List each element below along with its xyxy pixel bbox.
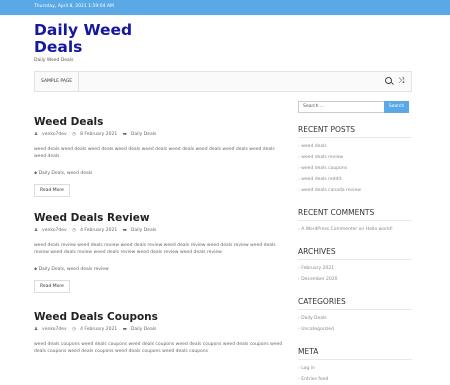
search-button[interactable]: Search — [384, 101, 409, 113]
post-author[interactable]: venko7dev — [42, 327, 67, 332]
recent-post-link[interactable]: weed deals — [298, 141, 412, 152]
main-navigation: SAMPLE PAGE ⤨ — [34, 71, 412, 92]
folder-icon: ▬ — [122, 132, 127, 137]
post-meta: ♟ venko7dev ◷ 4 February 2021 ▬ Daily Deals — [34, 327, 284, 332]
post-tags[interactable]: Daily Deals, weed deals review — [39, 267, 109, 272]
shuffle-icon[interactable]: ⤨ — [398, 76, 404, 86]
post-author[interactable]: venko7dev — [42, 228, 67, 233]
tag-icon: ⬥ — [34, 267, 38, 272]
calendar-icon: ◷ — [72, 228, 77, 233]
post-title[interactable]: Weed Deals Coupons — [34, 311, 284, 323]
recent-post-link[interactable]: weed deals reddit — [298, 174, 412, 185]
folder-icon: ▬ — [122, 327, 127, 332]
search-input[interactable]: Search ... — [298, 101, 386, 113]
recent-post-link[interactable]: weed deals review — [298, 152, 412, 163]
archive-link[interactable]: February 2021 — [298, 263, 412, 274]
meta-link[interactable]: Entries feed — [298, 374, 412, 385]
author-icon: ♟ — [34, 327, 39, 332]
folder-icon: ▬ — [122, 228, 127, 233]
category-link[interactable]: Daily Deals — [298, 313, 412, 324]
archives-widget: ARCHIVES February 2021 December 2020 — [298, 247, 412, 285]
read-more-button[interactable]: Read More — [34, 280, 70, 293]
author-icon: ♟ — [34, 132, 39, 137]
post-tags-row: ⬥ Daily Deals, weed deals — [34, 170, 284, 176]
post-tags[interactable]: Daily Deals, weed deals — [39, 171, 93, 176]
post-date[interactable]: 8 February 2021 — [80, 132, 117, 137]
read-more-button[interactable]: Read More — [34, 184, 70, 197]
post-excerpt: weed deals review weed deals review weed… — [34, 243, 276, 255]
widget-title: ARCHIVES — [298, 247, 412, 260]
post-excerpt: weed deals coupons weed deals coupons we… — [34, 342, 283, 354]
post-category[interactable]: Daily Deals — [131, 228, 156, 233]
widget-title: CATEGORIES — [298, 297, 412, 310]
recent-comment-link[interactable]: A WordPress Commenter on Hello world! — [298, 224, 412, 235]
post-article: Weed Deals Review ♟ venko7dev ◷ 4 February… — [34, 212, 284, 293]
archive-link[interactable]: December 2020 — [298, 274, 412, 285]
current-date: Thursday, April 8, 2021 1:59:04 AM — [34, 4, 114, 9]
post-title[interactable]: Weed Deals — [34, 116, 284, 128]
post-meta: ♟ venko7dev ◷ 4 February 2021 ▬ Daily Deals — [34, 228, 284, 233]
post-category[interactable]: Daily Deals — [131, 327, 156, 332]
post-tags-row: ⬥ Daily Deals, weed deals review — [34, 266, 284, 272]
sidebar: Search ... Search RECENT POSTS weed deal… — [298, 101, 412, 385]
nav-item-sample-page[interactable]: SAMPLE PAGE — [35, 72, 80, 91]
post-date[interactable]: 4 February 2021 — [80, 327, 117, 332]
recent-comments-widget: RECENT COMMENTS A WordPress Commenter on… — [298, 208, 412, 235]
widget-title: RECENT COMMENTS — [298, 208, 412, 221]
category-link[interactable]: Uncategorized — [298, 324, 412, 335]
site-tagline: Daily Weed Deals — [34, 58, 74, 63]
calendar-icon: ◷ — [72, 327, 77, 332]
calendar-icon: ◷ — [72, 132, 77, 137]
post-author[interactable]: venko7dev — [42, 132, 67, 137]
search-icon[interactable] — [385, 77, 392, 84]
site-title[interactable]: Daily Weed Deals — [34, 22, 154, 56]
meta-widget: META Log in Entries feed — [298, 347, 412, 385]
top-bar: Thursday, April 8, 2021 1:59:04 AM — [0, 0, 450, 15]
recent-post-link[interactable]: weed deals canada review — [298, 185, 412, 196]
post-date[interactable]: 4 February 2021 — [80, 228, 117, 233]
post-excerpt: weed deals weed deals weed deals weed de… — [34, 147, 275, 159]
meta-link[interactable]: Log in — [298, 363, 412, 374]
sidebar-search: Search ... Search — [298, 101, 412, 113]
post-article: Weed Deals ♟ venko7dev ◷ 8 February 2021 ▬… — [34, 116, 284, 197]
post-title[interactable]: Weed Deals Review — [34, 212, 284, 224]
categories-widget: CATEGORIES Daily Deals Uncategorized — [298, 297, 412, 335]
tag-icon: ⬥ — [34, 171, 38, 176]
recent-posts-widget: RECENT POSTS weed deals weed deals revie… — [298, 125, 412, 196]
author-icon: ♟ — [34, 228, 39, 233]
widget-title: RECENT POSTS — [298, 125, 412, 138]
post-category[interactable]: Daily Deals — [131, 132, 156, 137]
post-article: Weed Deals Coupons ♟ venko7dev ◷ 4 Februar… — [34, 311, 284, 355]
recent-post-link[interactable]: weed deals coupons — [298, 163, 412, 174]
post-meta: ♟ venko7dev ◷ 8 February 2021 ▬ Daily Deals — [34, 132, 284, 137]
widget-title: META — [298, 347, 412, 360]
